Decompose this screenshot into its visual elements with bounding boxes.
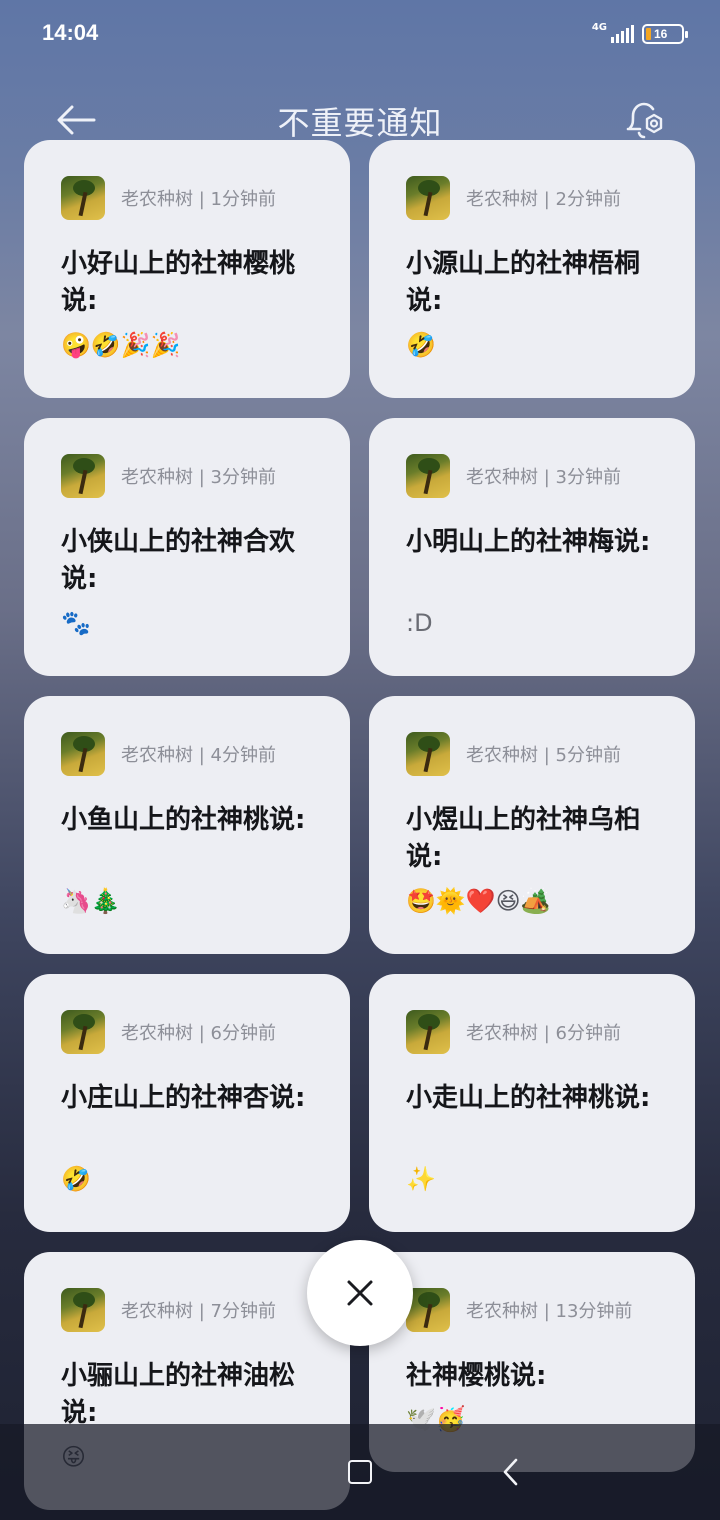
app-avatar [61,176,105,220]
app-avatar [406,454,450,498]
app-avatar [406,176,450,220]
card-header: 老农种树 | 6分钟前 [406,1010,621,1054]
card-meta: 老农种树 | 6分钟前 [121,1023,276,1044]
close-button[interactable] [307,1240,413,1346]
card-header: 老农种树 | 13分钟前 [406,1288,632,1332]
card-meta: 老农种树 | 7分钟前 [121,1301,276,1322]
nav-back-icon[interactable] [496,1456,526,1488]
card-title: 小明山上的社神梅说: [406,527,651,557]
close-icon [347,1280,373,1306]
card-title: 小骊山上的社神油松说: [61,1361,296,1428]
card-meta: 老农种树 | 13分钟前 [466,1301,633,1322]
app-avatar [61,732,105,776]
card-title: 小鱼山上的社神桃说: [61,805,306,835]
card-meta: 老农种树 | 3分钟前 [466,467,621,488]
notification-card[interactable]: 老农种树 | 3分钟前 小侠山上的社神合欢说: 🐾 [24,418,350,676]
notification-card[interactable]: 老农种树 | 2分钟前 小源山上的社神梧桐说: 🤣 [369,140,695,398]
notification-card[interactable]: 老农种树 | 5分钟前 小煜山上的社神乌桕说: 🤩🌞❤️😆🏕️ [369,696,695,954]
notification-card[interactable]: 老农种树 | 1分钟前 小好山上的社神樱桃说: 🤪🤣🎉🎉 [24,140,350,398]
card-header: 老农种树 | 2分钟前 [406,176,621,220]
card-body: :D [406,609,433,637]
card-meta: 老农种树 | 6分钟前 [466,1023,621,1044]
card-header: 老农种树 | 7分钟前 [61,1288,276,1332]
app-avatar [61,454,105,498]
card-header: 老农种树 | 1分钟前 [61,176,276,220]
card-meta: 老农种树 | 3分钟前 [121,467,276,488]
card-header: 老农种树 | 4分钟前 [61,732,276,776]
card-body: 🤪🤣🎉🎉 [61,331,181,359]
card-meta: 老农种树 | 4分钟前 [121,745,276,766]
app-avatar [61,1288,105,1332]
card-header: 老农种树 | 6分钟前 [61,1010,276,1054]
card-title: 小走山上的社神桃说: [406,1083,651,1113]
card-meta: 老农种树 | 1分钟前 [121,189,276,210]
notification-card[interactable]: 老农种树 | 4分钟前 小鱼山上的社神桃说: 🦄🎄 [24,696,350,954]
card-body: 🐾 [61,609,91,637]
notification-card[interactable]: 老农种树 | 6分钟前 小走山上的社神桃说: ✨ [369,974,695,1232]
card-body: 🤣 [406,331,436,359]
card-header: 老农种树 | 3分钟前 [61,454,276,498]
card-header: 老农种树 | 3分钟前 [406,454,621,498]
system-nav-bar [0,1424,720,1520]
card-title: 社神樱桃说: [406,1361,547,1391]
card-header: 老农种树 | 5分钟前 [406,732,621,776]
app-avatar [61,1010,105,1054]
card-title: 小源山上的社神梧桐说: [406,249,641,316]
card-body: 🤩🌞❤️😆🏕️ [406,887,551,915]
card-body: 🦄🎄 [61,887,121,915]
card-title: 小煜山上的社神乌桕说: [406,805,641,872]
card-meta: 老农种树 | 5分钟前 [466,745,621,766]
app-avatar [406,732,450,776]
card-title: 小侠山上的社神合欢说: [61,527,296,594]
card-body: ✨ [406,1165,436,1193]
card-meta: 老农种树 | 2分钟前 [466,189,621,210]
card-body: 🤣 [61,1165,91,1193]
card-title: 小好山上的社神樱桃说: [61,249,296,316]
app-avatar [406,1010,450,1054]
home-square-icon[interactable] [348,1460,372,1484]
notification-card[interactable]: 老农种树 | 3分钟前 小明山上的社神梅说: :D [369,418,695,676]
notification-card[interactable]: 老农种树 | 6分钟前 小庄山上的社神杏说: 🤣 [24,974,350,1232]
card-title: 小庄山上的社神杏说: [61,1083,306,1113]
